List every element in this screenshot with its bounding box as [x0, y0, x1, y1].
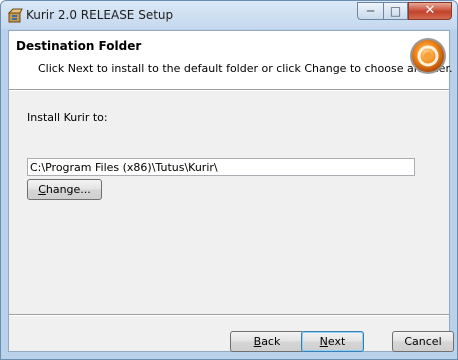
install-to-label: Install Kurir to:: [27, 111, 108, 124]
kurir-logo-icon: [410, 38, 446, 74]
banner-divider-highlight: [9, 90, 449, 91]
minimize-button[interactable]: ─: [357, 2, 383, 20]
window-title: Kurir 2.0 RELEASE Setup: [26, 8, 174, 22]
page-title: Destination Folder: [16, 39, 142, 53]
install-path-field[interactable]: [27, 158, 415, 176]
footer-divider-highlight: [9, 315, 449, 316]
maximize-button[interactable]: □: [383, 2, 408, 20]
header-banner: Destination Folder Click Next to install…: [9, 31, 453, 89]
cancel-button[interactable]: Cancel: [392, 331, 454, 352]
page-description: Click Next to install to the default fol…: [38, 62, 453, 75]
change-button-label: hange...: [45, 183, 91, 196]
minimize-icon: ─: [366, 4, 375, 18]
setup-window: Kurir 2.0 RELEASE Setup ─ □ ✕ Destinatio…: [0, 0, 458, 360]
next-button-label: ext: [327, 335, 346, 348]
next-button[interactable]: Next: [301, 331, 364, 352]
close-button[interactable]: ✕: [408, 2, 452, 20]
title-bar[interactable]: Kurir 2.0 RELEASE Setup ─ □ ✕: [1, 1, 457, 29]
maximize-icon: □: [389, 4, 402, 18]
back-button-label: ack: [261, 335, 281, 348]
caption-buttons: ─ □ ✕: [357, 2, 452, 20]
back-button[interactable]: Back: [230, 331, 304, 352]
change-button-mnemonic: C: [38, 183, 46, 196]
next-button-mnemonic: N: [319, 335, 328, 348]
change-button[interactable]: Change...: [27, 179, 102, 200]
close-icon: ✕: [424, 3, 436, 18]
dialog-client-area: Destination Folder Click Next to install…: [8, 30, 454, 352]
installer-box-icon: [7, 8, 23, 23]
